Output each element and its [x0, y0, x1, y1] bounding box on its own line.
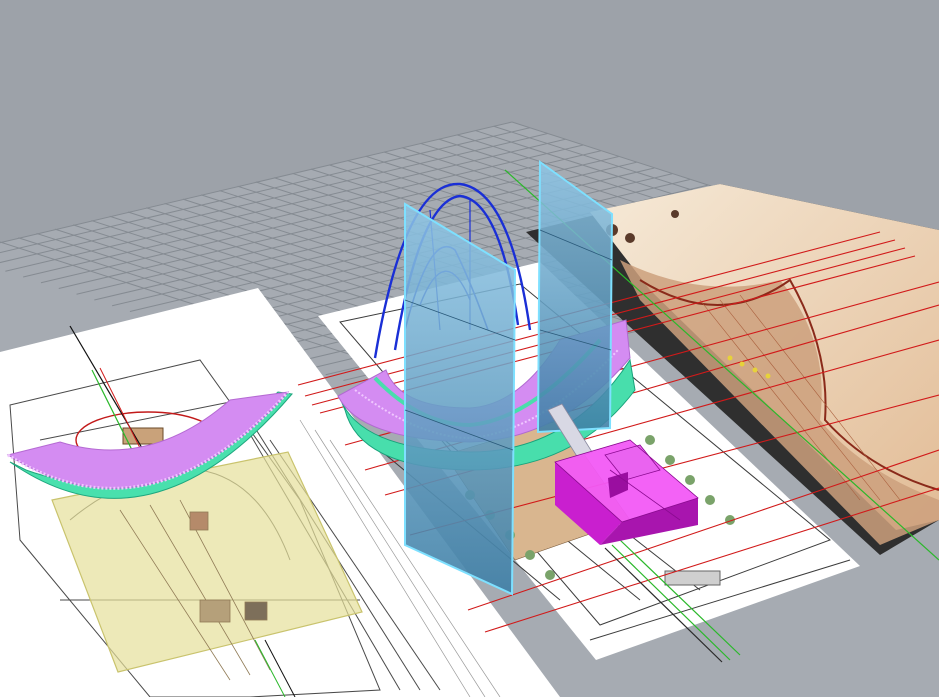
glass-fin-left[interactable] — [404, 202, 517, 596]
scene-canvas[interactable] — [0, 0, 939, 697]
perspective-3d-viewport[interactable] — [0, 0, 939, 697]
